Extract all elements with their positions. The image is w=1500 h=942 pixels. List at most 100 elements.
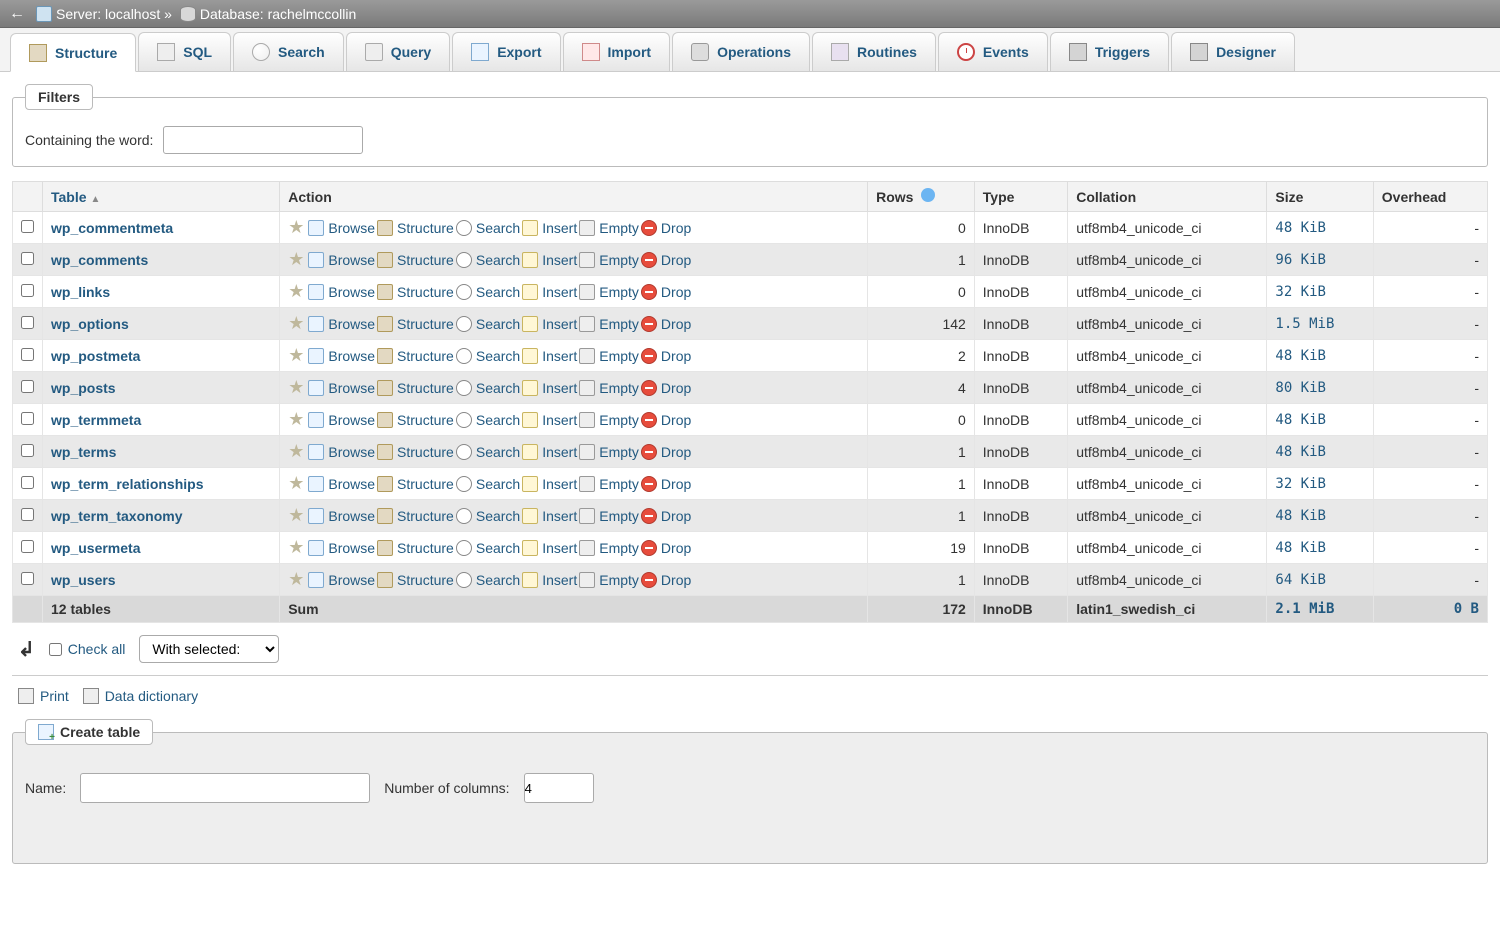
star-icon[interactable]: ★ xyxy=(288,249,304,270)
browse-link[interactable]: Browse xyxy=(308,476,375,492)
drop-link[interactable]: Drop xyxy=(641,316,691,332)
search-link[interactable]: Search xyxy=(456,316,520,332)
star-icon[interactable]: ★ xyxy=(288,377,304,398)
drop-link[interactable]: Drop xyxy=(641,412,691,428)
browse-link[interactable]: Browse xyxy=(308,380,375,396)
insert-link[interactable]: Insert xyxy=(522,412,577,428)
empty-link[interactable]: Empty xyxy=(579,380,639,396)
tab-export[interactable]: Export xyxy=(452,32,560,71)
structure-link[interactable]: Structure xyxy=(377,540,454,556)
check-all-link[interactable]: Check all xyxy=(68,641,126,657)
star-icon[interactable]: ★ xyxy=(288,569,304,590)
row-checkbox[interactable] xyxy=(21,508,34,521)
browse-link[interactable]: Browse xyxy=(308,508,375,524)
row-checkbox[interactable] xyxy=(21,412,34,425)
insert-link[interactable]: Insert xyxy=(522,444,577,460)
empty-link[interactable]: Empty xyxy=(579,444,639,460)
col-rows[interactable]: Rows xyxy=(868,182,975,212)
insert-link[interactable]: Insert xyxy=(522,540,577,556)
table-name-link[interactable]: wp_links xyxy=(51,284,110,300)
tab-routines[interactable]: Routines xyxy=(812,32,936,71)
star-icon[interactable]: ★ xyxy=(288,409,304,430)
tab-structure[interactable]: Structure xyxy=(10,33,136,72)
drop-link[interactable]: Drop xyxy=(641,220,691,236)
browse-link[interactable]: Browse xyxy=(308,348,375,364)
data-dictionary-link[interactable]: Data dictionary xyxy=(83,688,198,704)
table-name-link[interactable]: wp_usermeta xyxy=(51,540,140,556)
insert-link[interactable]: Insert xyxy=(522,284,577,300)
insert-link[interactable]: Insert xyxy=(522,380,577,396)
back-arrow-icon[interactable]: ← xyxy=(6,3,28,25)
structure-link[interactable]: Structure xyxy=(377,412,454,428)
check-all-checkbox[interactable] xyxy=(49,643,62,656)
star-icon[interactable]: ★ xyxy=(288,281,304,302)
star-icon[interactable]: ★ xyxy=(288,313,304,334)
insert-link[interactable]: Insert xyxy=(522,348,577,364)
drop-link[interactable]: Drop xyxy=(641,348,691,364)
tab-import[interactable]: Import xyxy=(563,32,671,71)
empty-link[interactable]: Empty xyxy=(579,508,639,524)
structure-link[interactable]: Structure xyxy=(377,572,454,588)
search-link[interactable]: Search xyxy=(456,444,520,460)
structure-link[interactable]: Structure xyxy=(377,444,454,460)
row-checkbox[interactable] xyxy=(21,540,34,553)
star-icon[interactable]: ★ xyxy=(288,505,304,526)
drop-link[interactable]: Drop xyxy=(641,252,691,268)
drop-link[interactable]: Drop xyxy=(641,572,691,588)
insert-link[interactable]: Insert xyxy=(522,252,577,268)
empty-link[interactable]: Empty xyxy=(579,348,639,364)
table-name-link[interactable]: wp_comments xyxy=(51,252,148,268)
search-link[interactable]: Search xyxy=(456,476,520,492)
table-name-link[interactable]: wp_options xyxy=(51,316,129,332)
insert-link[interactable]: Insert xyxy=(522,476,577,492)
star-icon[interactable]: ★ xyxy=(288,345,304,366)
row-checkbox[interactable] xyxy=(21,572,34,585)
browse-link[interactable]: Browse xyxy=(308,540,375,556)
table-name-link[interactable]: wp_termmeta xyxy=(51,412,141,428)
search-link[interactable]: Search xyxy=(456,252,520,268)
row-checkbox[interactable] xyxy=(21,476,34,489)
table-name-link[interactable]: wp_posts xyxy=(51,380,116,396)
structure-link[interactable]: Structure xyxy=(377,508,454,524)
empty-link[interactable]: Empty xyxy=(579,220,639,236)
structure-link[interactable]: Structure xyxy=(377,316,454,332)
structure-link[interactable]: Structure xyxy=(377,380,454,396)
database-link[interactable]: rachelmccollin xyxy=(268,6,357,22)
tab-events[interactable]: Events xyxy=(938,32,1048,71)
structure-link[interactable]: Structure xyxy=(377,476,454,492)
row-checkbox[interactable] xyxy=(21,348,34,361)
search-link[interactable]: Search xyxy=(456,508,520,524)
structure-link[interactable]: Structure xyxy=(377,220,454,236)
tab-query[interactable]: Query xyxy=(346,32,450,71)
star-icon[interactable]: ★ xyxy=(288,537,304,558)
search-link[interactable]: Search xyxy=(456,572,520,588)
browse-link[interactable]: Browse xyxy=(308,252,375,268)
browse-link[interactable]: Browse xyxy=(308,316,375,332)
structure-link[interactable]: Structure xyxy=(377,252,454,268)
row-checkbox[interactable] xyxy=(21,316,34,329)
browse-link[interactable]: Browse xyxy=(308,572,375,588)
empty-link[interactable]: Empty xyxy=(579,284,639,300)
row-checkbox[interactable] xyxy=(21,380,34,393)
search-link[interactable]: Search xyxy=(456,412,520,428)
row-checkbox[interactable] xyxy=(21,252,34,265)
create-name-input[interactable] xyxy=(80,773,370,803)
server-link[interactable]: localhost xyxy=(105,6,160,22)
empty-link[interactable]: Empty xyxy=(579,572,639,588)
structure-link[interactable]: Structure xyxy=(377,284,454,300)
drop-link[interactable]: Drop xyxy=(641,284,691,300)
search-link[interactable]: Search xyxy=(456,220,520,236)
empty-link[interactable]: Empty xyxy=(579,476,639,492)
search-link[interactable]: Search xyxy=(456,540,520,556)
table-name-link[interactable]: wp_postmeta xyxy=(51,348,140,364)
col-table[interactable]: Table▲ xyxy=(43,182,280,212)
drop-link[interactable]: Drop xyxy=(641,508,691,524)
drop-link[interactable]: Drop xyxy=(641,444,691,460)
star-icon[interactable]: ★ xyxy=(288,217,304,238)
tab-designer[interactable]: Designer xyxy=(1171,32,1295,71)
search-link[interactable]: Search xyxy=(456,284,520,300)
empty-link[interactable]: Empty xyxy=(579,252,639,268)
row-checkbox[interactable] xyxy=(21,284,34,297)
table-name-link[interactable]: wp_term_relationships xyxy=(51,476,204,492)
tab-triggers[interactable]: Triggers xyxy=(1050,32,1169,71)
